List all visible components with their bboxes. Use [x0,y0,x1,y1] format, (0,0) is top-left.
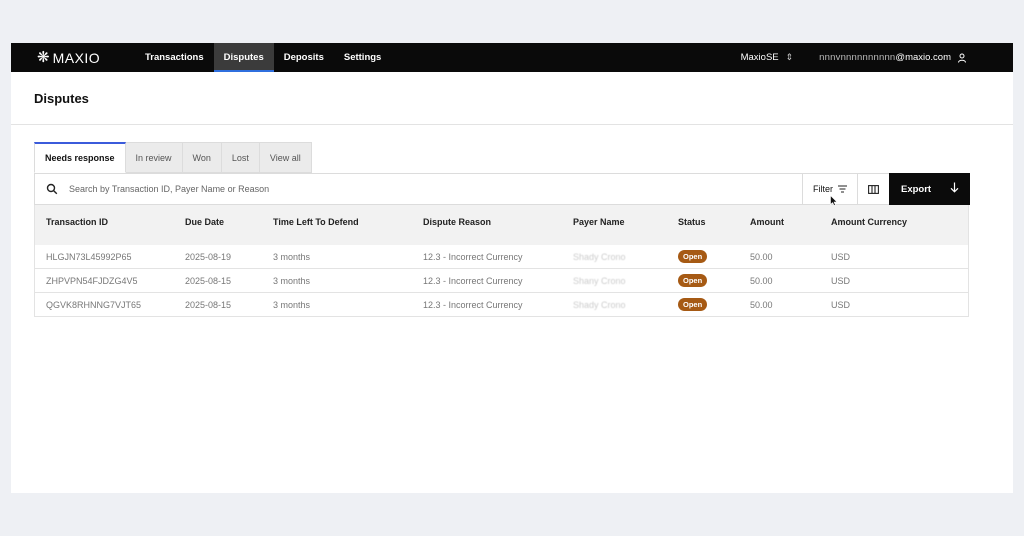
logo[interactable]: ❋ MAXIO [37,50,135,66]
tab-view-all[interactable]: View all [259,142,312,173]
org-switcher[interactable]: MaxioSE ⇕ [741,52,794,63]
filter-icon [838,185,847,193]
cell-dispute-reason: 12.3 - Incorrect Currency [423,252,523,262]
cell-dispute-reason: 12.3 - Incorrect Currency [423,276,523,286]
dispute-tabs: Needs response In review Won Lost View a… [34,142,312,173]
nav-tab-disputes[interactable]: Disputes [213,43,274,72]
cell-amount: 50.00 [750,276,773,286]
nav-tab-transactions[interactable]: Transactions [135,43,214,72]
divider [11,124,1013,125]
app-window: ❋ MAXIO Transactions Disputes Deposits S… [11,43,1013,493]
tab-lost[interactable]: Lost [221,142,260,173]
tab-won[interactable]: Won [182,142,222,173]
cell-amount: 50.00 [750,300,773,310]
chevron-updown-icon: ⇕ [785,52,794,62]
cell-time-left: 3 months [273,252,311,262]
search-input[interactable] [69,184,669,194]
table-row[interactable]: QGVK8RHNNG7VJT65 2025-08-15 3 months 12.… [34,293,969,317]
cell-transaction-id: HLGJN73L45992P65 [46,252,132,262]
filter-label: Filter [813,184,833,194]
column-header-time-left[interactable]: Time Left To Defend [273,217,359,227]
cell-dispute-reason: 12.3 - Incorrect Currency [423,300,523,310]
column-header-amount-currency[interactable]: Amount Currency [831,217,907,227]
column-header-status[interactable]: Status [678,217,706,227]
cell-due-date: 2025-08-19 [185,252,232,262]
cell-time-left: 3 months [273,300,311,310]
column-header-due-date[interactable]: Due Date [185,217,224,227]
table-header: Transaction ID Due Date Time Left To Def… [34,205,969,245]
logo-text: MAXIO [52,49,101,66]
tab-needs-response[interactable]: Needs response [34,142,126,173]
cell-currency: USD [831,252,851,262]
page-title: Disputes [34,91,89,106]
cell-transaction-id: QGVK8RHNNG7VJT65 [46,300,142,310]
cell-currency: USD [831,276,851,286]
nav-tab-deposits[interactable]: Deposits [274,43,334,72]
disputes-panel: Filter Export Transaction ID Due Date Ti… [34,173,970,317]
columns-button[interactable] [857,174,889,204]
cell-due-date: 2025-08-15 [185,300,232,310]
export-button[interactable]: Export [889,173,970,205]
table-row[interactable]: ZHPVPN54FJDZG4V5 2025-08-15 3 months 12.… [34,269,969,293]
search-icon [46,183,58,195]
column-header-amount[interactable]: Amount [750,217,784,227]
cell-payer-name: Shady Crono [573,252,626,262]
status-badge: Open [678,274,708,287]
tab-in-review[interactable]: In review [125,142,183,173]
user-menu[interactable]: nnnvnnnnnnnnnn @maxio.com [819,52,967,63]
cell-payer-name: Shany Crono [573,276,626,286]
export-label: Export [901,183,932,195]
column-header-transaction-id[interactable]: Transaction ID [46,217,108,227]
cell-due-date: 2025-08-15 [185,276,232,286]
table-toolbar: Filter Export [34,173,970,207]
nav-tab-settings[interactable]: Settings [334,43,391,72]
column-header-payer-name[interactable]: Payer Name [573,217,625,227]
user-icon [958,53,966,63]
user-email-redacted: nnnvnnnnnnnnnn [819,52,896,63]
arrow-down-icon [950,182,959,193]
column-header-dispute-reason[interactable]: Dispute Reason [423,217,491,227]
status-badge: Open [678,250,708,263]
maxio-logo-icon: ❋ [37,49,50,66]
columns-icon [868,184,879,194]
top-nav: ❋ MAXIO Transactions Disputes Deposits S… [11,43,1013,72]
org-name: MaxioSE [740,52,779,63]
cell-payer-name: Shady Crono [573,300,626,310]
nav-right: MaxioSE ⇕ nnnvnnnnnnnnnn @maxio.com [741,43,1013,72]
user-email-domain: @maxio.com [895,52,951,63]
cell-amount: 50.00 [750,252,773,262]
cell-time-left: 3 months [273,276,311,286]
status-badge: Open [678,298,708,311]
cell-currency: USD [831,300,851,310]
cell-transaction-id: ZHPVPN54FJDZG4V5 [46,276,138,286]
table-row[interactable]: HLGJN73L45992P65 2025-08-19 3 months 12.… [34,245,969,269]
